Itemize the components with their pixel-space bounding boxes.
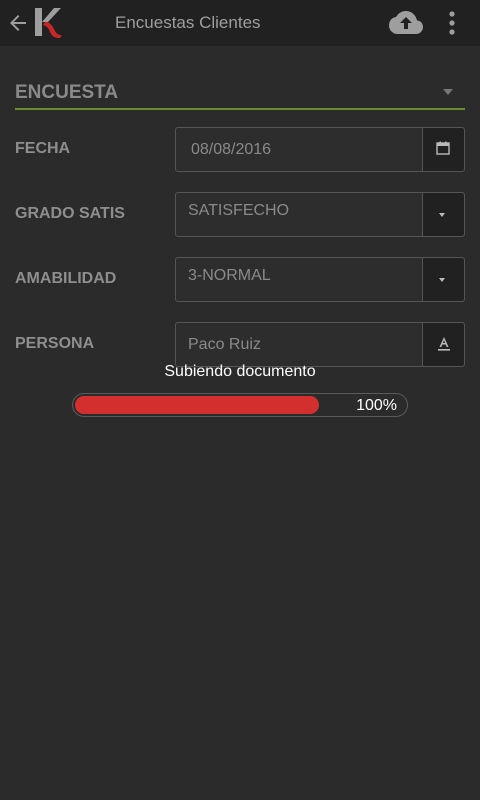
app-title: Encuestas Clientes xyxy=(115,13,261,32)
grado-satis-label: GRADO SATIS xyxy=(15,205,125,222)
fecha-value: 08/08/2016 xyxy=(191,141,272,158)
grado-satis-dropdown-button[interactable] xyxy=(422,193,464,236)
grado-satis-value: SATISFECHO xyxy=(188,202,290,219)
fecha-picker-button[interactable] xyxy=(422,128,464,171)
section-title: ENCUESTA xyxy=(15,82,119,103)
grado-satis-select[interactable]: SATISFECHO xyxy=(175,192,465,237)
app-bar: Encuestas Clientes xyxy=(0,0,480,46)
caret-down-icon xyxy=(443,89,453,95)
fecha-label: FECHA xyxy=(15,140,71,157)
arrow-left-icon[interactable] xyxy=(6,11,30,35)
upload-progress-percent: 100% xyxy=(356,397,397,414)
fecha-field[interactable]: 08/08/2016 xyxy=(175,127,465,172)
upload-progress-bar: 100% xyxy=(72,393,408,417)
text-field-icon xyxy=(438,337,450,351)
app-logo-icon xyxy=(35,8,62,39)
persona-field[interactable]: Paco Ruiz xyxy=(175,322,465,367)
upload-status-label: Subiendo documento xyxy=(164,363,316,380)
calendar-icon xyxy=(436,141,450,155)
caret-down-icon xyxy=(439,278,445,282)
upload-progress-fill xyxy=(75,396,319,414)
persona-label: PERSONA xyxy=(15,335,95,352)
amabilidad-value: 3-NORMAL xyxy=(188,267,271,284)
encuesta-section-header[interactable]: ENCUESTA xyxy=(15,78,465,110)
persona-value: Paco Ruiz xyxy=(188,336,261,353)
amabilidad-select[interactable]: 3-NORMAL xyxy=(175,257,465,302)
cloud-upload-icon[interactable] xyxy=(388,9,424,37)
caret-down-icon xyxy=(439,213,445,217)
more-vertical-icon[interactable] xyxy=(440,9,464,37)
persona-text-button[interactable] xyxy=(422,323,464,366)
amabilidad-dropdown-button[interactable] xyxy=(422,258,464,301)
amabilidad-label: AMABILIDAD xyxy=(15,270,117,287)
